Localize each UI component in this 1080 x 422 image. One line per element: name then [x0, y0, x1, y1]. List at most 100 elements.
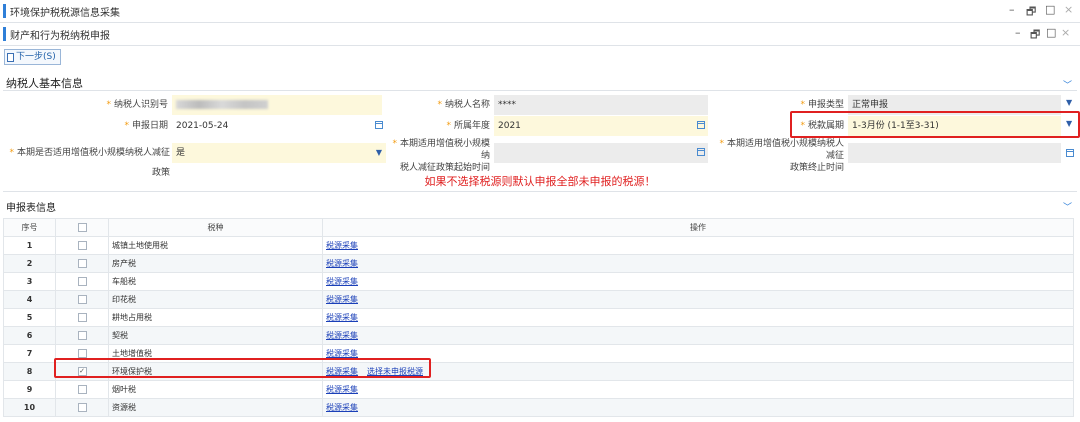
row-actions: 税源采集: [322, 380, 1074, 399]
collect-source-link[interactable]: 税源采集: [326, 313, 358, 322]
row-select-cell[interactable]: [55, 398, 109, 417]
collect-source-link[interactable]: 税源采集: [326, 349, 358, 358]
table-row: 5 耕地占用税 税源采集: [3, 308, 1074, 327]
collect-source-link[interactable]: 税源采集: [326, 295, 358, 304]
chevron-down-icon[interactable]: ▼: [1066, 98, 1072, 107]
tax-type-name: 车船税: [108, 272, 323, 291]
table-header-row: 序号 税种 操作: [3, 218, 1074, 237]
row-select-cell[interactable]: [55, 236, 109, 255]
small-scale-policy-select[interactable]: 是 ▼: [172, 143, 386, 163]
policy-start-label: * 本期适用增值税小规模纳 税人减征政策起始时间: [388, 138, 490, 173]
row-actions: 税源采集: [322, 398, 1074, 417]
minimize-icon[interactable]: –: [1009, 3, 1015, 16]
taxpayer-id-label: * 纳税人识别号: [6, 95, 168, 115]
row-index: 1: [3, 236, 56, 255]
row-index: 6: [3, 326, 56, 345]
row-checkbox[interactable]: [77, 295, 87, 304]
row-checkbox[interactable]: [77, 277, 87, 286]
row-actions: 税源采集: [322, 344, 1074, 363]
table-row: 4 印花税 税源采集: [3, 290, 1074, 309]
row-select-cell[interactable]: [55, 308, 109, 327]
col-select-all[interactable]: [55, 218, 109, 237]
row-select-cell[interactable]: [55, 272, 109, 291]
restore-icon[interactable]: 🗗: [1030, 26, 1040, 45]
divider: [3, 191, 1077, 192]
row-checkbox[interactable]: [77, 349, 87, 358]
tax-type-name: 耕地占用税: [108, 308, 323, 327]
minimize-icon[interactable]: –: [1015, 26, 1021, 39]
calendar-icon[interactable]: [375, 121, 383, 129]
row-index: 10: [3, 398, 56, 417]
row-index: 3: [3, 272, 56, 291]
year-field[interactable]: 2021: [494, 116, 708, 136]
row-checkbox[interactable]: [77, 241, 87, 250]
declare-date-field[interactable]: 2021-05-24: [172, 116, 386, 136]
row-select-cell[interactable]: [55, 254, 109, 273]
policy-end-field: [848, 143, 1061, 163]
inner-title-bar: 财产和行为税纳税申报 – 🗗 □ ×: [0, 23, 1080, 46]
declare-section-title: 申报表信息: [6, 203, 56, 214]
maximize-icon[interactable]: □: [1045, 3, 1055, 16]
declare-date-label: * 申报日期: [6, 116, 168, 136]
next-step-label: 下一步(S): [16, 52, 56, 62]
row-select-cell[interactable]: [55, 326, 109, 345]
close-icon[interactable]: ×: [1064, 3, 1073, 16]
taxpayer-section-title: 纳税人基本信息: [6, 77, 83, 90]
restore-icon[interactable]: 🗗: [1026, 3, 1036, 22]
calendar-icon[interactable]: [1066, 149, 1074, 157]
chevron-down-icon[interactable]: ▼: [376, 143, 382, 163]
title-accent-bar: [3, 4, 6, 18]
row-select-cell[interactable]: [55, 380, 109, 399]
row-actions: 税源采集: [322, 326, 1074, 345]
row-actions: 税源采集: [322, 272, 1074, 291]
calendar-icon[interactable]: [697, 148, 705, 156]
tax-type-name: 契税: [108, 326, 323, 345]
tax-type-name: 房产税: [108, 254, 323, 273]
document-icon: [7, 52, 14, 62]
taxpayer-name-label: * 纳税人名称: [388, 95, 490, 115]
col-action-header: 操作: [322, 218, 1074, 237]
taxpayer-id-field[interactable]: [172, 95, 382, 115]
row-select-cell[interactable]: [55, 290, 109, 309]
row-checkbox[interactable]: [77, 385, 87, 394]
col-tax-type-header: 税种: [108, 218, 323, 237]
taxpayer-name-field: ****: [494, 95, 708, 115]
row-checkbox[interactable]: [77, 331, 87, 340]
row-actions: 税源采集: [322, 254, 1074, 273]
row-8-highlight: [54, 358, 431, 378]
collect-source-link[interactable]: 税源采集: [326, 331, 358, 340]
row-actions: 税源采集: [322, 236, 1074, 255]
table-row: 1 城镇土地使用税 税源采集: [3, 236, 1074, 255]
calendar-icon[interactable]: [697, 121, 705, 129]
collect-source-link[interactable]: 税源采集: [326, 403, 358, 412]
table-row: 9 烟叶税 税源采集: [3, 380, 1074, 399]
collect-source-link[interactable]: 税源采集: [326, 385, 358, 394]
outer-title-bar: 环境保护税税源信息采集 – 🗗 □ ×: [0, 0, 1080, 23]
select-all-checkbox[interactable]: [77, 223, 87, 232]
chevron-down-icon[interactable]: ﹀: [1063, 200, 1072, 213]
row-checkbox[interactable]: [77, 403, 87, 412]
row-actions: 税源采集 选择未申报税源: [322, 362, 1074, 381]
maximize-icon[interactable]: □: [1046, 26, 1056, 39]
next-step-button[interactable]: 下一步(S): [4, 49, 61, 65]
tax-period-highlight: [790, 111, 1080, 138]
row-checkbox[interactable]: [77, 313, 87, 322]
tax-type-name: 城镇土地使用税: [108, 236, 323, 255]
collect-source-link[interactable]: 税源采集: [326, 241, 358, 250]
notice-text: 如果不选择税源则默认申报全部未申报的税源！: [424, 175, 656, 188]
policy-start-field: [494, 143, 708, 163]
blurred-taxpayer-id: [176, 100, 268, 109]
row-index: 9: [3, 380, 56, 399]
row-index: 8: [3, 362, 56, 381]
year-label: * 所属年度: [388, 116, 490, 136]
row-index: 5: [3, 308, 56, 327]
collect-source-link[interactable]: 税源采集: [326, 277, 358, 286]
table-row: 3 车船税 税源采集: [3, 272, 1074, 291]
collect-source-link[interactable]: 税源采集: [326, 259, 358, 268]
row-checkbox[interactable]: [77, 259, 87, 268]
close-icon[interactable]: ×: [1061, 26, 1070, 39]
inner-window-title: 财产和行为税纳税申报: [10, 31, 110, 42]
policy-end-label: * 本期适用增值税小规模纳税人减征 政策终止时间: [712, 138, 844, 173]
declare-table: 序号 税种 操作 1 城镇土地使用税 税源采集 2 房产税 税源采集 3 车船税 税源采集 4 印花…: [3, 218, 1074, 417]
row-index: 4: [3, 290, 56, 309]
